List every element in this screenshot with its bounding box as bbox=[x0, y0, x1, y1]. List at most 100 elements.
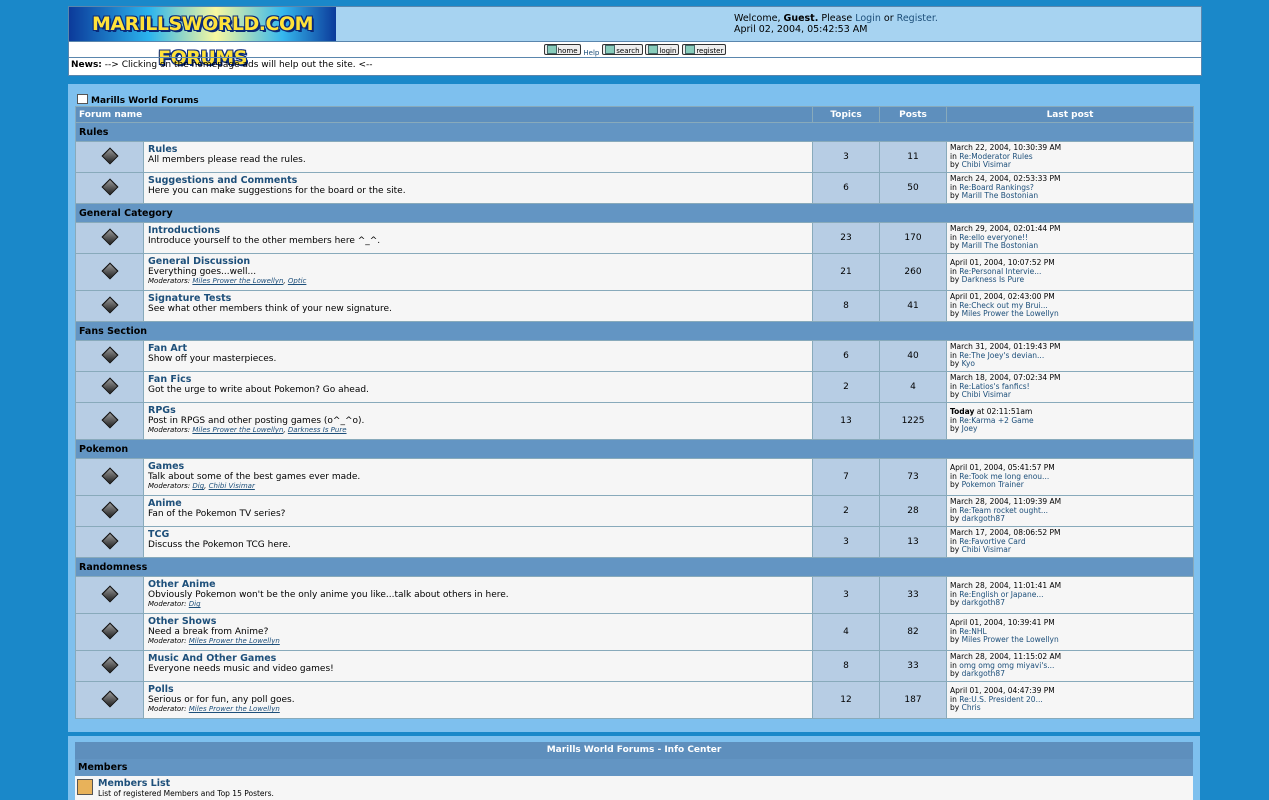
forum-link[interactable]: Music And Other Games bbox=[148, 653, 808, 664]
last-poster-link[interactable]: Kyo bbox=[962, 359, 975, 369]
search-label: search bbox=[616, 47, 640, 55]
last-post-cell: March 22, 2004, 10:30:39 AM in Re:Moderat… bbox=[946, 141, 1195, 173]
last-poster-link[interactable]: Chris bbox=[962, 703, 981, 713]
moderator-link[interactable]: Miles Prower the Lowellyn bbox=[192, 426, 283, 434]
moderator-link[interactable]: Chibi Visimar bbox=[209, 482, 255, 490]
forum-status-cell bbox=[75, 495, 144, 527]
welcome-message: Welcome, Guest. Please Login or Register… bbox=[734, 13, 938, 35]
register-button[interactable]: register bbox=[682, 44, 727, 55]
forum-status-cell bbox=[75, 650, 144, 682]
forum-description: Post in RPGS and other posting games (o^… bbox=[148, 416, 365, 426]
posts-count: 40 bbox=[879, 340, 948, 372]
forum-info-cell: TCG Discuss the Pokemon TCG here. bbox=[142, 526, 814, 558]
forum-link[interactable]: Fan Art bbox=[148, 343, 808, 354]
forum-link[interactable]: General Discussion bbox=[148, 256, 808, 267]
login-icon bbox=[648, 45, 659, 54]
forum-status-cell bbox=[75, 222, 144, 254]
board-title[interactable]: Marills World Forums bbox=[77, 94, 199, 106]
members-list-desc: List of registered Members and Top 15 Po… bbox=[98, 789, 274, 798]
topics-count: 4 bbox=[812, 613, 881, 651]
forum-info-cell: RPGs Post in RPGS and other posting games… bbox=[142, 402, 814, 440]
category-name[interactable]: Rules bbox=[74, 122, 1195, 142]
forum-status-cell bbox=[75, 681, 144, 719]
last-poster-link[interactable]: Chibi Visimar bbox=[962, 545, 1011, 555]
category-row: Rules bbox=[74, 122, 1195, 142]
forum-status-cell bbox=[75, 253, 144, 291]
forum-link[interactable]: Anime bbox=[148, 498, 808, 509]
site-logo[interactable]: MARILLSWORLD.COM FORUMS bbox=[69, 7, 336, 69]
last-poster-link[interactable]: Marill The Bostonian bbox=[962, 241, 1038, 251]
forum-link[interactable]: RPGs bbox=[148, 405, 808, 416]
forum-link[interactable]: Games bbox=[148, 461, 808, 472]
moderators-label: Moderators: bbox=[148, 277, 191, 285]
category-name[interactable]: General Category bbox=[74, 203, 1195, 223]
forum-link[interactable]: Other Shows bbox=[148, 616, 808, 627]
moderator-link[interactable]: Dig bbox=[192, 482, 204, 490]
forum-link[interactable]: Signature Tests bbox=[148, 293, 808, 304]
forum-info-cell: Music And Other Games Everyone needs musi… bbox=[142, 650, 814, 682]
forum-status-cell bbox=[75, 613, 144, 651]
forum-row: Other Anime Obviously Pokemon won't be th… bbox=[75, 576, 1195, 614]
last-poster-link[interactable]: Pokemon Trainer bbox=[962, 480, 1024, 490]
forum-row: Suggestions and Comments Here you can mak… bbox=[75, 172, 1195, 204]
forum-row: Other Shows Need a break from Anime? Moder… bbox=[75, 613, 1195, 651]
help-link[interactable]: Help bbox=[583, 49, 599, 57]
topics-count: 8 bbox=[812, 650, 881, 682]
topics-count: 3 bbox=[812, 526, 881, 558]
search-button[interactable]: search bbox=[602, 44, 643, 55]
forum-link[interactable]: Rules bbox=[148, 144, 808, 155]
last-poster-link[interactable]: darkgoth87 bbox=[962, 598, 1005, 608]
forum-row: Signature Tests See what other members th… bbox=[75, 290, 1195, 322]
forum-row: Fan Fics Got the urge to write about Poke… bbox=[75, 371, 1195, 403]
info-center-panel: Marills World Forums - Info Center Membe… bbox=[68, 736, 1200, 800]
forum-link[interactable]: Polls bbox=[148, 684, 808, 695]
no-new-posts-icon bbox=[101, 622, 118, 639]
forum-description: Everything goes...well... bbox=[148, 267, 257, 277]
moderator-link[interactable]: Optic bbox=[288, 277, 307, 285]
posts-count: 41 bbox=[879, 290, 948, 322]
last-poster-link[interactable]: Chibi Visimar bbox=[962, 160, 1011, 170]
by-label: by bbox=[950, 191, 960, 201]
topics-count: 12 bbox=[812, 681, 881, 719]
moderator-link[interactable]: Darkness Is Pure bbox=[288, 426, 347, 434]
register-link[interactable]: Register. bbox=[897, 13, 938, 24]
moderator-link[interactable]: Miles Prower the Lowellyn bbox=[189, 637, 280, 645]
forum-info-cell: Signature Tests See what other members th… bbox=[142, 290, 814, 322]
board-title-text: Marills World Forums bbox=[91, 96, 199, 106]
login-button[interactable]: login bbox=[645, 44, 680, 55]
forum-description: Everyone needs music and video games! bbox=[148, 664, 334, 674]
forum-link[interactable]: Introductions bbox=[148, 225, 808, 236]
category-name[interactable]: Pokemon bbox=[74, 439, 1195, 459]
forum-link[interactable]: Fan Fics bbox=[148, 374, 808, 385]
last-poster-link[interactable]: Darkness Is Pure bbox=[962, 275, 1025, 285]
home-button[interactable]: home bbox=[543, 44, 581, 55]
last-poster-link[interactable]: Chibi Visimar bbox=[962, 390, 1011, 400]
moderator-link[interactable]: Dig bbox=[189, 600, 201, 608]
no-new-posts-icon bbox=[101, 296, 118, 313]
posts-count: 28 bbox=[879, 495, 948, 527]
topics-header: Topics bbox=[812, 106, 881, 123]
last-poster-link[interactable]: Marill The Bostonian bbox=[962, 191, 1038, 201]
moderators-label: Moderator: bbox=[148, 600, 187, 608]
members-list-link[interactable]: Members List bbox=[98, 778, 170, 789]
moderator-link[interactable]: Miles Prower the Lowellyn bbox=[192, 277, 283, 285]
last-poster-link[interactable]: Miles Prower the Lowellyn bbox=[962, 309, 1059, 319]
login-link[interactable]: Login bbox=[855, 13, 881, 24]
no-new-posts-icon bbox=[101, 467, 118, 484]
no-new-posts-icon bbox=[101, 411, 118, 428]
last-poster-link[interactable]: Joey bbox=[962, 424, 978, 434]
last-poster-link[interactable]: darkgoth87 bbox=[962, 669, 1005, 679]
topics-count: 6 bbox=[812, 340, 881, 372]
last-poster-link[interactable]: Miles Prower the Lowellyn bbox=[962, 635, 1059, 645]
forum-status-cell bbox=[75, 402, 144, 440]
topics-count: 3 bbox=[812, 141, 881, 173]
forum-link[interactable]: Suggestions and Comments bbox=[148, 175, 808, 186]
category-name[interactable]: Randomness bbox=[74, 557, 1195, 577]
moderator-link[interactable]: Miles Prower the Lowellyn bbox=[189, 705, 280, 713]
forum-link[interactable]: TCG bbox=[148, 529, 808, 540]
search-icon bbox=[605, 45, 616, 54]
category-name[interactable]: Fans Section bbox=[74, 321, 1195, 341]
last-poster-link[interactable]: darkgoth87 bbox=[962, 514, 1005, 524]
forum-info-cell: Rules All members please read the rules. bbox=[142, 141, 814, 173]
forum-link[interactable]: Other Anime bbox=[148, 579, 808, 590]
